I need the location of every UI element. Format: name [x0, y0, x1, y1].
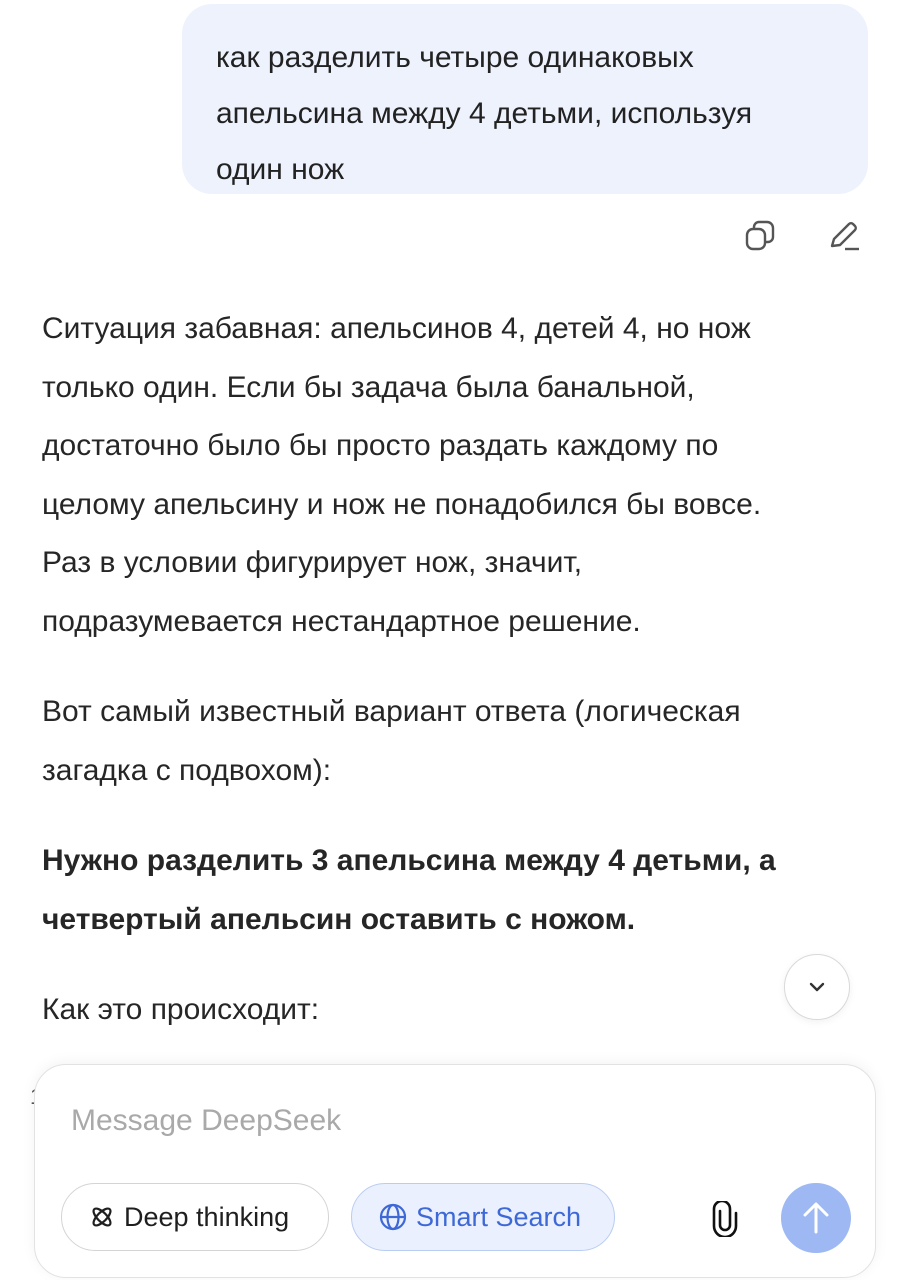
smart-search-toggle[interactable]: Smart Search — [351, 1183, 615, 1251]
answer-paragraph: Как это происходит: — [42, 981, 872, 1040]
scroll-to-bottom-button[interactable] — [784, 954, 850, 1020]
answer-line: загадка с подвохом): — [42, 753, 332, 787]
message-actions — [740, 216, 864, 256]
answer-paragraph: Ситуация забавная: апельсинов 4, детей 4… — [42, 300, 872, 651]
answer-paragraph: Вот самый известный вариант ответа (логи… — [42, 683, 872, 800]
message-input[interactable] — [71, 1099, 771, 1143]
assistant-message: Ситуация забавная: апельсинов 4, детей 4… — [42, 300, 872, 1040]
paperclip-icon — [712, 1201, 738, 1237]
deep-thinking-label: Deep thinking — [124, 1201, 290, 1232]
answer-line: Как это происходит: — [42, 993, 320, 1026]
edit-pencil-icon — [830, 222, 859, 251]
answer-line: достаточно было бы просто раздать каждом… — [42, 429, 719, 462]
deep-thinking-toggle[interactable]: Deep thinking — [61, 1183, 329, 1251]
copy-button[interactable] — [740, 216, 780, 256]
answer-line: Нужно разделить 3 апельсина между 4 деть… — [42, 844, 776, 877]
attach-button[interactable] — [705, 1199, 745, 1239]
answer-line: подразумевается нестандартное решение. — [42, 604, 641, 638]
send-button[interactable] — [781, 1183, 851, 1253]
answer-line: Раз в условии фигурирует нож, значит, — [42, 546, 583, 579]
user-message-line: один нож — [216, 153, 345, 186]
user-message-bubble: как разделить четыре одинаковых апельсин… — [182, 4, 868, 194]
answer-line: только один. Если бы задача была банальн… — [42, 370, 695, 404]
answer-bold-paragraph: Нужно разделить 3 апельсина между 4 деть… — [42, 832, 872, 949]
edit-button[interactable] — [824, 216, 864, 256]
atom-icon — [88, 1203, 116, 1231]
arrow-up-icon — [803, 1202, 829, 1234]
smart-search-label: Smart Search — [416, 1201, 582, 1232]
answer-line: Вот самый известный вариант ответа (логи… — [42, 695, 741, 728]
answer-line: Ситуация забавная: апельсинов 4, детей 4… — [42, 312, 751, 345]
chat-page: как разделить четыре одинаковых апельсин… — [0, 0, 910, 1280]
user-message-line: как разделить четыре одинаковых — [216, 41, 694, 74]
answer-line: целому апельсину и нож не понадобился бы… — [42, 487, 762, 521]
message-composer: Deep thinking Smart Search — [34, 1064, 876, 1278]
chevron-down-icon — [809, 982, 825, 992]
answer-line: четвертый апельсин оставить с ножом. — [42, 902, 636, 936]
user-message-line: апельсина между 4 детьми, используя — [216, 97, 753, 130]
copy-icon — [745, 220, 775, 251]
globe-icon — [378, 1202, 408, 1232]
